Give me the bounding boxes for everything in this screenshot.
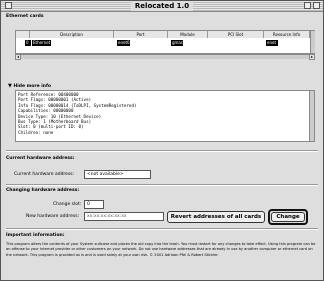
title-bar[interactable]: Relocated 1.0 — [1, 1, 323, 12]
disclosure-triangle-icon[interactable]: ▼ — [8, 83, 12, 89]
divider — [6, 228, 318, 230]
window-title: Relocated 1.0 — [130, 1, 194, 11]
important-section-label: Important information: — [6, 233, 65, 238]
ethernet-section-label: Ethernet cards — [6, 14, 44, 19]
info-vertical-scrollbar[interactable] — [309, 91, 314, 141]
hide-more-info-label: Hide more info — [13, 84, 51, 89]
divider — [6, 150, 318, 152]
info-text-box: Port Reference: 00400000 Port Flags: 000… — [15, 90, 315, 142]
ethernet-table: Description Port Module PCI Slot Resourc… — [15, 30, 315, 54]
column-header-pci-slot[interactable]: PCI Slot — [208, 31, 264, 38]
collapse-box-icon[interactable] — [313, 2, 320, 9]
row-index: 0 — [25, 40, 31, 46]
table-vertical-scrollbar[interactable] — [310, 31, 315, 53]
new-address-input[interactable]: xx:xx:xx:xx:xx:xx — [84, 212, 164, 221]
change-button[interactable]: Change — [271, 212, 305, 222]
row-module: gmac — [171, 40, 183, 46]
current-address-field: <not available> — [84, 170, 151, 179]
zoom-box-icon[interactable] — [304, 2, 311, 9]
table-horizontal-scrollbar[interactable]: ◂ ▸ — [15, 54, 315, 60]
change-slot-input[interactable]: 0 — [84, 200, 104, 209]
app-window: Relocated 1.0 Ethernet cards Description… — [0, 0, 324, 281]
info-line: Children: none — [18, 129, 54, 135]
close-box-icon[interactable] — [5, 2, 12, 9]
column-header-module[interactable]: Module — [168, 31, 208, 38]
divider — [6, 184, 318, 186]
column-header-resource-info[interactable]: Resource Info — [264, 31, 310, 38]
changing-address-section-label: Changing hardware address: — [6, 188, 80, 193]
revert-all-button[interactable]: Revert addresses of all cards — [167, 211, 265, 223]
current-address-section-label: Current hardware address: — [6, 156, 75, 161]
change-slot-label: Change slot: — [53, 202, 82, 207]
new-address-label: New hardware address: — [26, 214, 80, 219]
important-text: This program alters the contents of your… — [6, 242, 316, 257]
column-header-description[interactable]: Description — [30, 31, 114, 38]
hide-more-info-toggle[interactable]: ▼ Hide more info — [8, 83, 51, 90]
scroll-left-arrow-icon[interactable]: ◂ — [15, 54, 21, 60]
row-port: enet0 — [117, 40, 130, 46]
row-description: Ethernet — [32, 40, 51, 46]
current-address-label: Current hardware address: — [14, 172, 75, 177]
scroll-right-arrow-icon[interactable]: ▸ — [309, 54, 315, 60]
column-header-port[interactable]: Port — [114, 31, 168, 38]
row-resource-info: enet — [266, 40, 278, 46]
column-header-index — [16, 31, 30, 38]
default-button-ring: Change — [268, 209, 308, 225]
